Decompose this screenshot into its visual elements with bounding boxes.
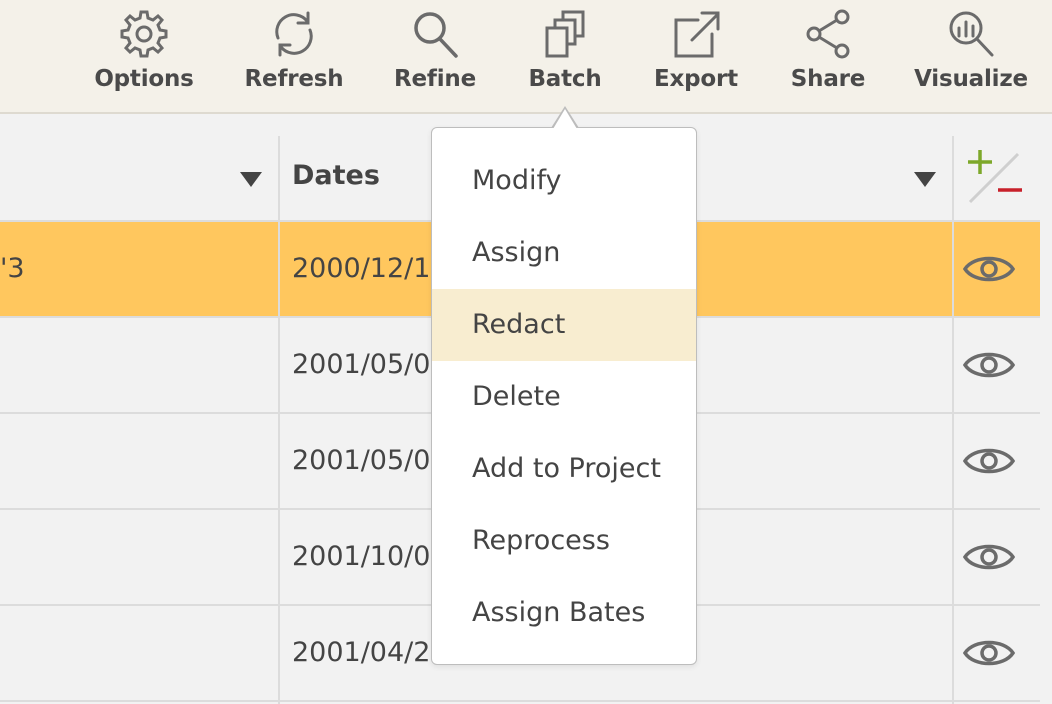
batch-button[interactable]: Batch [527, 0, 603, 112]
eye-icon[interactable] [962, 441, 1016, 481]
menu-item-modify[interactable]: Modify [432, 145, 696, 217]
batch-icon [545, 10, 585, 58]
eye-icon[interactable] [962, 633, 1016, 673]
menu-item-redact[interactable]: Redact [432, 289, 696, 361]
search-icon [414, 12, 458, 58]
options-button[interactable]: Options [94, 0, 194, 112]
refresh-icon [275, 11, 313, 57]
menu-item-assign-bates[interactable]: Assign Bates [432, 577, 696, 649]
export-icon [674, 11, 720, 58]
refine-label: Refine [394, 66, 476, 92]
export-label: Export [654, 66, 738, 92]
date-cell: 2001/10/08 [292, 541, 448, 572]
sort-arrow-icon[interactable] [914, 172, 936, 187]
date-cell: 2001/05/07 [292, 349, 448, 380]
eye-icon[interactable] [962, 249, 1016, 289]
export-button[interactable]: Export [654, 0, 738, 112]
visualize-label: Visualize [914, 66, 1028, 92]
gear-icon [120, 10, 168, 58]
dropdown-caret-fill [553, 109, 577, 129]
toolbar: Options Refresh Refine Batch Export Shar… [0, 0, 1052, 114]
batch-label: Batch [528, 66, 602, 92]
date-cell: 2001/05/07 [292, 445, 448, 476]
share-icon [806, 9, 850, 59]
share-button[interactable]: Share [790, 0, 866, 112]
refresh-label: Refresh [244, 66, 344, 92]
menu-item-assign[interactable]: Assign [432, 217, 696, 289]
refine-button[interactable]: Refine [394, 0, 476, 112]
eye-icon[interactable] [962, 537, 1016, 577]
menu-item-add-to-project[interactable]: Add to Project [432, 433, 696, 505]
options-label: Options [94, 66, 194, 92]
menu-item-reprocess[interactable]: Reprocess [432, 505, 696, 577]
date-cell: 2000/12/13 [292, 253, 448, 284]
eye-icon[interactable] [962, 345, 1016, 385]
sort-arrow-icon[interactable] [240, 172, 262, 187]
column-divider[interactable] [952, 136, 954, 704]
batch-dropdown-menu: Modify Assign Redact Delete Add to Proje… [431, 127, 697, 665]
share-label: Share [790, 66, 866, 92]
column-divider[interactable] [278, 136, 280, 704]
table-cell: '3 [0, 253, 25, 284]
visualize-button[interactable]: Visualize [914, 0, 1028, 112]
date-cell: 2001/04/25 [292, 637, 448, 668]
visualize-icon [949, 11, 994, 57]
menu-item-delete[interactable]: Delete [432, 361, 696, 433]
refresh-button[interactable]: Refresh [244, 0, 344, 112]
add-remove-columns-icon[interactable] [966, 150, 1024, 206]
dates-column-header[interactable]: Dates [292, 160, 380, 191]
